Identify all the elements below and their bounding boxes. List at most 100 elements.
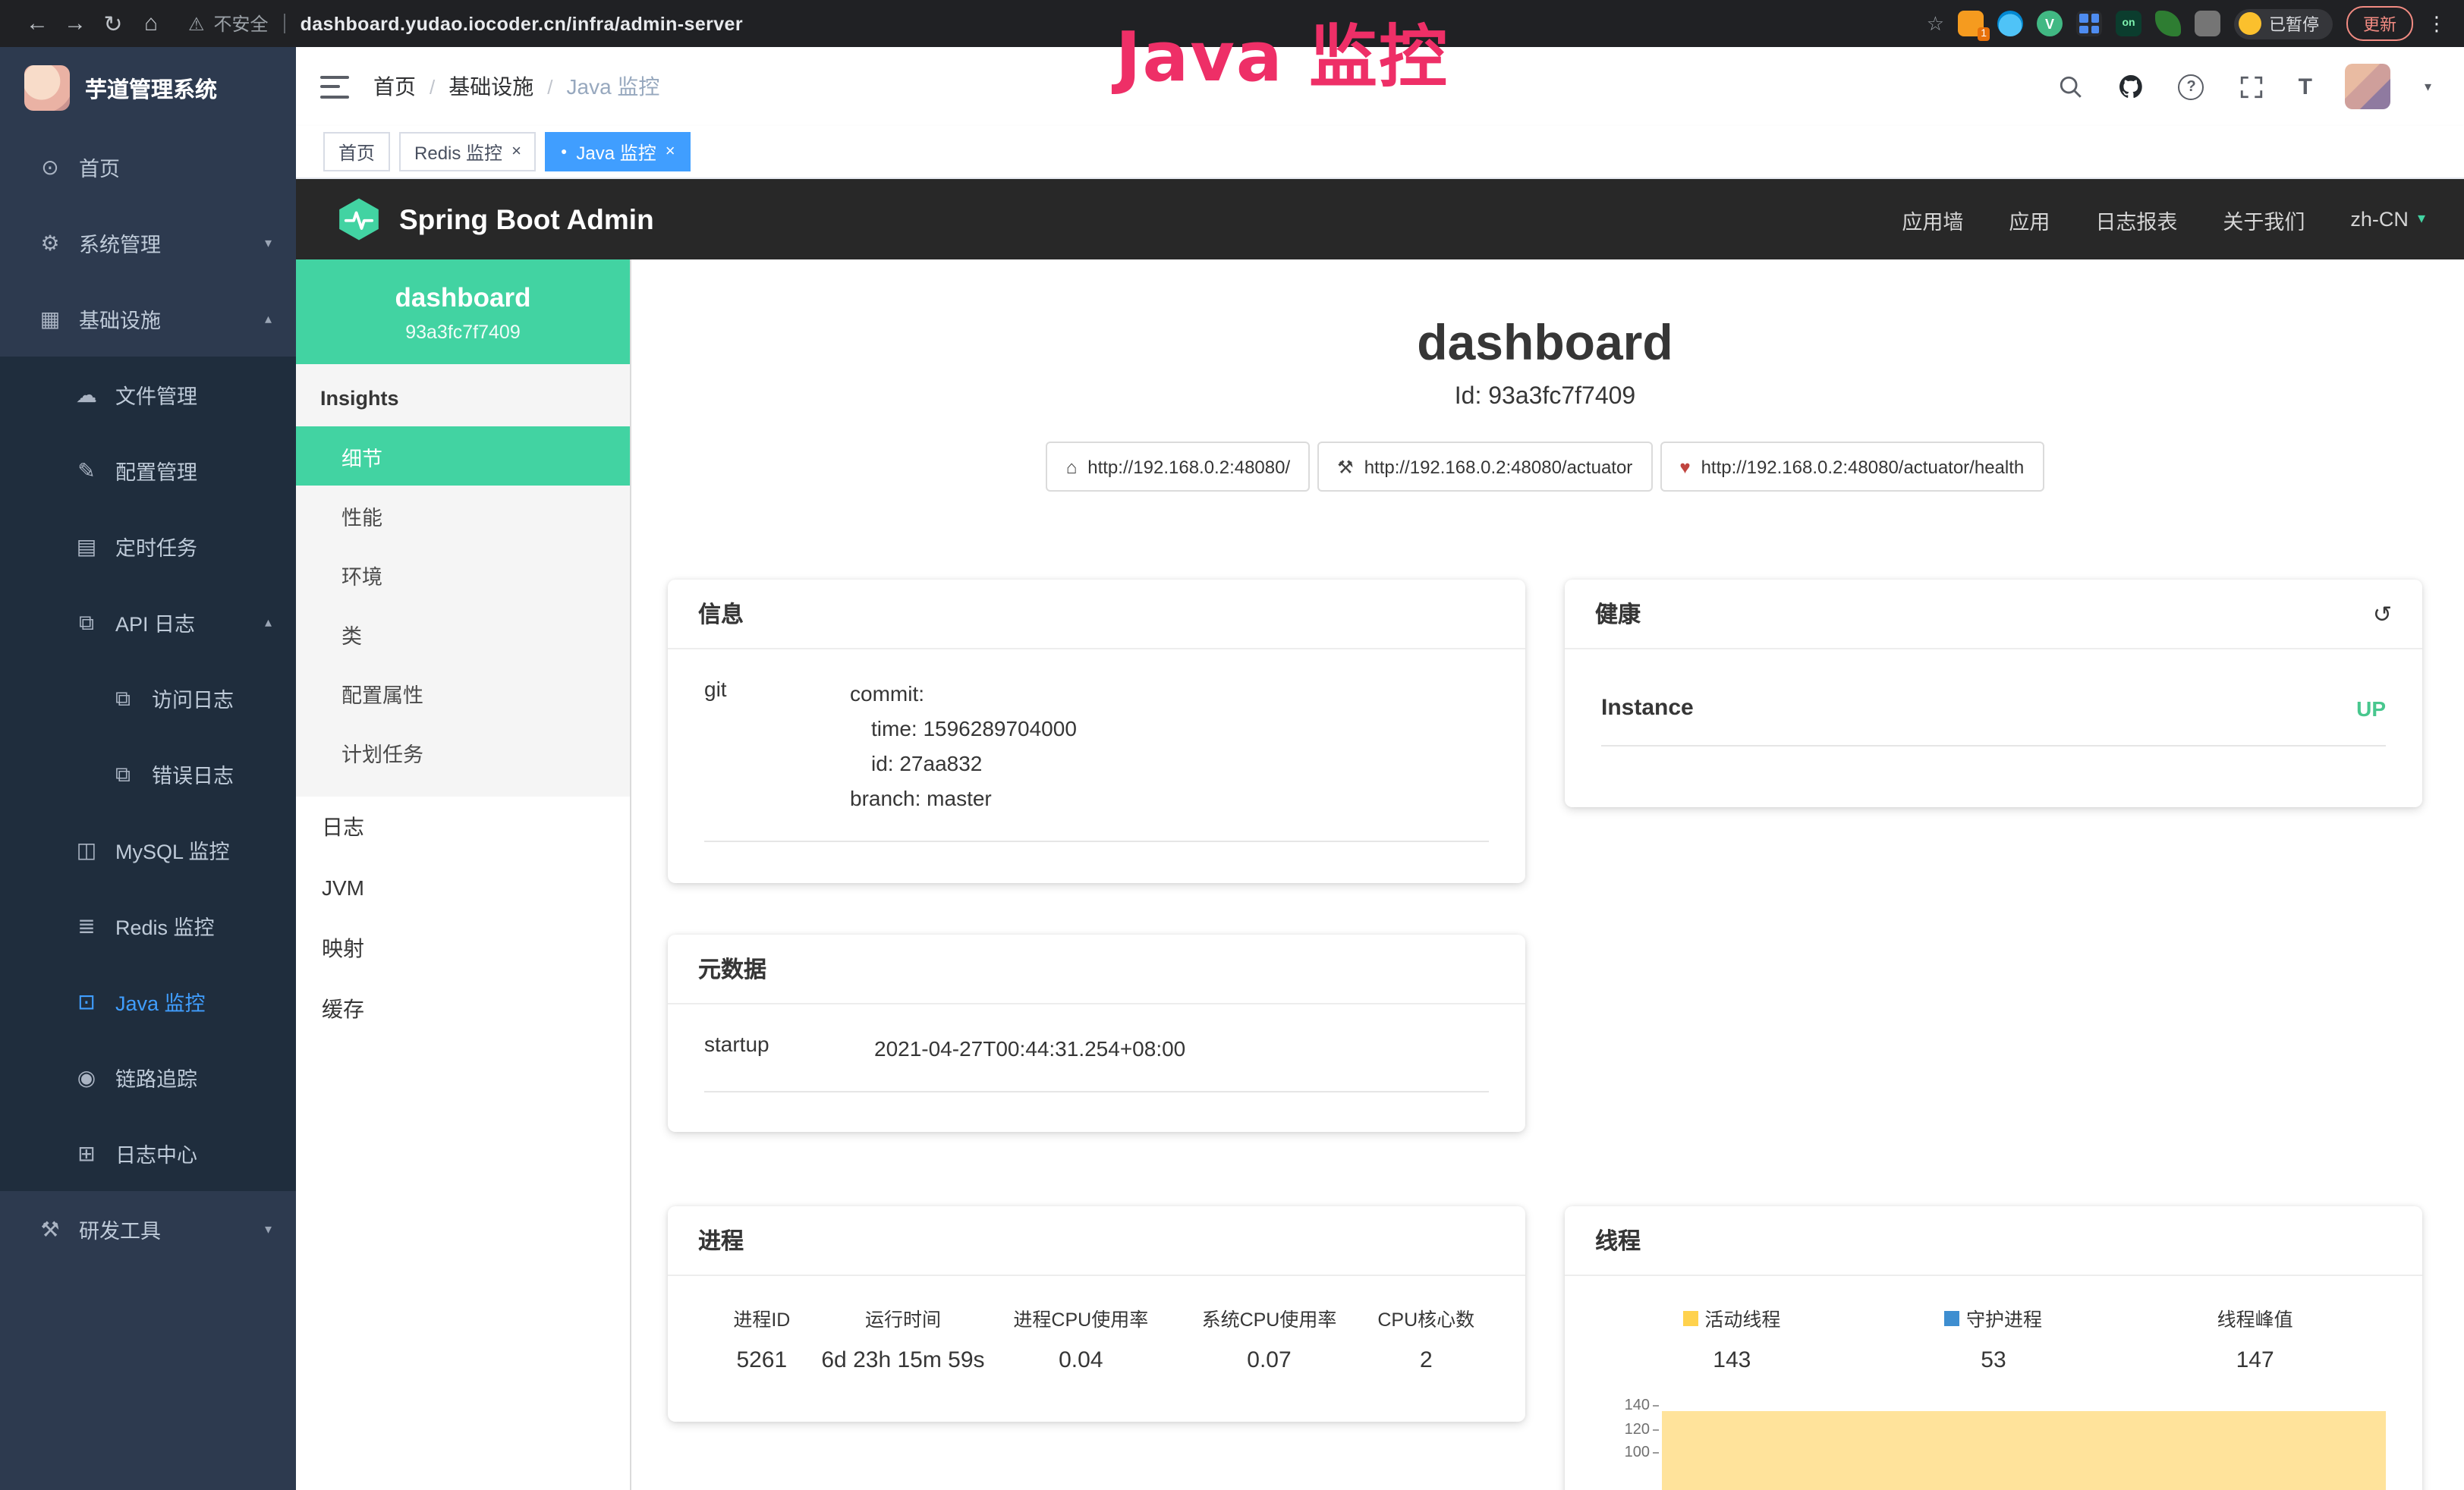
sba-nav-about[interactable]: 关于我们	[2223, 204, 2305, 234]
health-row-instance[interactable]: Instance UP	[1601, 695, 2386, 747]
sidebar-item-log-center[interactable]: ⊞ 日志中心	[0, 1115, 296, 1191]
instance-nav-caches[interactable]: 缓存	[296, 979, 630, 1039]
update-button[interactable]: 更新	[2346, 6, 2413, 41]
git-commit-line: commit:	[850, 677, 1489, 712]
extension-puzzle-icon[interactable]	[2195, 11, 2220, 36]
history-icon[interactable]: ↺	[2373, 600, 2392, 627]
help-icon[interactable]: ?	[2179, 74, 2204, 99]
tab-java-monitor[interactable]: ● Java 监控 ×	[546, 132, 691, 171]
instance-nav-mappings[interactable]: 映射	[296, 918, 630, 979]
service-url-button[interactable]: ⌂ http://192.168.0.2:48080/	[1046, 442, 1310, 492]
instance-nav-logs[interactable]: 日志	[296, 797, 630, 857]
sidebar-item-redis[interactable]: ≣ Redis 监控	[0, 888, 296, 963]
sba-language-select[interactable]: zh-CN ▾	[2350, 208, 2425, 231]
instance-nav-classes[interactable]: 类	[296, 604, 630, 663]
extension-grid-icon[interactable]	[2076, 11, 2102, 36]
instance-nav-scheduledtasks[interactable]: 计划任务	[296, 722, 630, 781]
status-badge: UP	[2356, 696, 2386, 720]
extension-leaf-icon[interactable]	[2155, 11, 2181, 36]
sba-nav-wallboard[interactable]: 应用墙	[1902, 204, 1963, 234]
tab-redis-monitor[interactable]: Redis 监控 ×	[399, 132, 537, 171]
breadcrumb-separator: /	[430, 75, 435, 98]
sidebar-item-infra[interactable]: ▦ 基础设施 ▴	[0, 281, 296, 357]
column-header: 进程CPU使用率	[987, 1303, 1175, 1332]
instance-nav-jvm[interactable]: JVM	[296, 857, 630, 918]
sidebar-item-devtools[interactable]: ⚒ 研发工具 ▾	[0, 1191, 296, 1267]
extension-drop-icon[interactable]	[1997, 11, 2023, 36]
java-monitor-icon: ⊡	[70, 989, 103, 1014]
sidebar-item-trace[interactable]: ◉ 链路追踪	[0, 1039, 296, 1115]
metadata-card: 元数据 startup 2021-04-27T00:44:31.254+08:0…	[668, 935, 1525, 1132]
home-icon[interactable]: ⌂	[132, 11, 170, 36]
tab-label: Java 监控	[576, 139, 656, 165]
extension-vue-icon[interactable]: V	[2037, 11, 2063, 36]
cards-column-left: 信息 git commit: time: 1596289704000 id: 2…	[668, 580, 1525, 1490]
topbar-actions: ? T ▾	[2057, 64, 2431, 109]
avatar-caret-icon[interactable]: ▾	[2425, 78, 2431, 95]
reload-icon[interactable]: ↻	[94, 10, 132, 37]
logo-avatar	[24, 65, 70, 111]
extension-lion-icon[interactable]: 1	[1958, 11, 1984, 36]
actuator-url-button[interactable]: ⚒ http://192.168.0.2:48080/actuator	[1317, 442, 1652, 492]
sidebar-item-config[interactable]: ✎ 配置管理	[0, 432, 296, 508]
font-size-icon[interactable]: T	[2299, 74, 2312, 99]
chevron-up-icon: ▴	[265, 614, 272, 630]
sidebar-item-label: API 日志	[115, 607, 195, 637]
profile-pill[interactable]: 已暂停	[2234, 8, 2333, 39]
sidebar-item-jobs[interactable]: ▤ 定时任务	[0, 508, 296, 584]
instance-nav-configprops[interactable]: 配置属性	[296, 663, 630, 722]
column-header: 系统CPU使用率	[1175, 1303, 1363, 1332]
extension-switch-icon[interactable]: on	[2116, 11, 2141, 36]
instance-links: ⌂ http://192.168.0.2:48080/ ⚒ http://192…	[668, 442, 2422, 492]
sba-logo-icon	[335, 196, 382, 243]
actuator-url: http://192.168.0.2:48080/actuator	[1364, 456, 1633, 477]
close-icon[interactable]: ×	[511, 143, 521, 161]
app-logo[interactable]: 芋道管理系统	[0, 47, 296, 129]
forward-icon[interactable]: →	[56, 11, 94, 36]
instance-nav-environment[interactable]: 环境	[296, 545, 630, 604]
sba-nav-applications[interactable]: 应用	[2009, 204, 2050, 234]
sidebar-item-system[interactable]: ⚙ 系统管理 ▾	[0, 205, 296, 281]
sidebar-item-home[interactable]: ⊙ 首页	[0, 129, 296, 205]
health-url-button[interactable]: ♥ http://192.168.0.2:48080/actuator/heal…	[1660, 442, 2044, 492]
sidebar-item-java-monitor[interactable]: ⊡ Java 监控	[0, 963, 296, 1039]
address-bar[interactable]: ⚠ 不安全 dashboard.yudao.iocoder.cn/infra/a…	[188, 11, 743, 36]
dashboard-icon: ⊙	[33, 154, 67, 180]
sidebar-toggle-icon[interactable]	[320, 75, 349, 98]
ytick-label: 100	[1625, 1444, 1650, 1461]
user-avatar[interactable]	[2346, 64, 2391, 109]
tab-home[interactable]: 首页	[323, 132, 390, 171]
instance-nav-details[interactable]: 细节	[296, 426, 630, 486]
search-icon[interactable]	[2057, 73, 2085, 100]
health-card: 健康 ↺ Instance UP	[1565, 580, 2422, 807]
ytick-label: 120	[1625, 1421, 1650, 1438]
chrome-menu-icon[interactable]: ⋮	[2427, 11, 2447, 36]
sidebar-item-files[interactable]: ☁ 文件管理	[0, 357, 296, 432]
instance-nav-metrics[interactable]: 性能	[296, 486, 630, 545]
tab-label: 首页	[338, 139, 375, 165]
sidebar-item-access-log[interactable]: ⧉ 访问日志	[0, 660, 296, 736]
sidebar-item-label: 日志中心	[115, 1138, 197, 1168]
sidebar-item-mysql[interactable]: ◫ MySQL 监控	[0, 812, 296, 888]
sidebar-item-api-log[interactable]: ⧉ API 日志 ▴	[0, 584, 296, 660]
close-icon[interactable]: ×	[666, 143, 675, 161]
process-col-system-cpu: 系统CPU使用率 0.07	[1175, 1303, 1363, 1373]
url-text[interactable]: dashboard.yudao.iocoder.cn/infra/admin-s…	[301, 13, 743, 34]
sba-nav-journal[interactable]: 日志报表	[2095, 204, 2177, 234]
sba-language-value: zh-CN	[2350, 208, 2409, 231]
sidebar-item-error-log[interactable]: ⧉ 错误日志	[0, 736, 296, 812]
process-card-title: 进程	[698, 1224, 744, 1256]
breadcrumb-infra[interactable]: 基础设施	[448, 71, 533, 102]
cloud-icon: ☁	[70, 382, 103, 407]
instance-header[interactable]: dashboard 93a3fc7f7409	[296, 259, 630, 364]
service-url: http://192.168.0.2:48080/	[1087, 456, 1290, 477]
threads-chart-yaxis: 140 120 100	[1601, 1397, 1662, 1468]
column-header: 运行时间	[820, 1303, 987, 1332]
infra-icon: ▦	[33, 306, 67, 332]
home-icon: ⌂	[1066, 456, 1078, 477]
breadcrumb-home[interactable]: 首页	[373, 71, 416, 102]
back-icon[interactable]: ←	[18, 11, 56, 36]
fullscreen-icon[interactable]	[2238, 73, 2265, 100]
bookmark-star-icon[interactable]: ☆	[1927, 11, 1944, 36]
github-icon[interactable]	[2118, 73, 2145, 100]
